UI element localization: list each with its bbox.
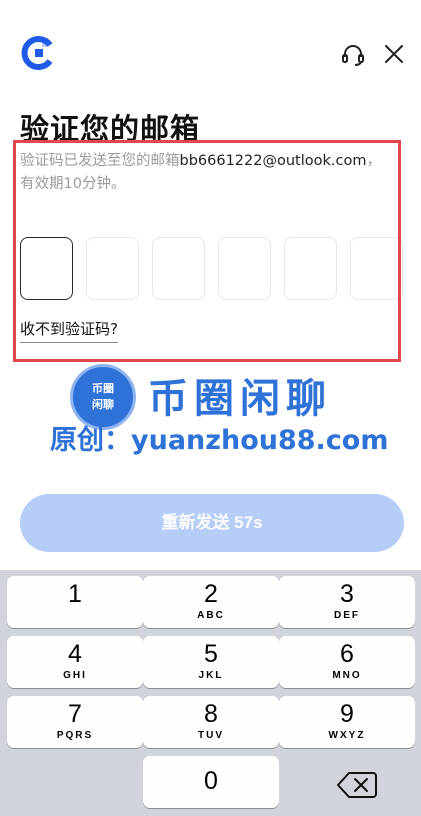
key-1[interactable]: 1 xyxy=(7,576,143,628)
numeric-keypad: 1 2 ABC 3 DEF 4 GHI 5 JKL 6 MNO 7 PQRS 8… xyxy=(0,570,421,816)
watermark-title: 币圈闲聊 xyxy=(148,375,332,422)
key-digit: 4 xyxy=(68,640,82,668)
key-9[interactable]: 9 WXYZ xyxy=(279,696,415,748)
key-6[interactable]: 6 MNO xyxy=(279,636,415,688)
headset-icon[interactable] xyxy=(340,42,366,68)
key-letters: WXYZ xyxy=(328,730,366,741)
key-digit: 9 xyxy=(340,700,354,728)
key-digit: 2 xyxy=(204,580,218,608)
key-2[interactable]: 2 ABC xyxy=(143,576,279,628)
backspace-icon[interactable] xyxy=(335,768,379,802)
key-digit: 7 xyxy=(68,700,82,728)
resend-button[interactable]: 重新发送 57s xyxy=(20,494,404,552)
key-7[interactable]: 7 PQRS xyxy=(7,696,143,748)
key-digit: 0 xyxy=(204,767,218,795)
key-digit: 3 xyxy=(340,580,354,608)
brand-c-icon xyxy=(21,36,53,70)
top-bar xyxy=(0,0,421,100)
key-3[interactable]: 3 DEF xyxy=(279,576,415,628)
key-4[interactable]: 4 GHI xyxy=(7,636,143,688)
highlight-frame xyxy=(13,140,401,362)
key-0[interactable]: 0 xyxy=(143,756,279,808)
watermark-badge-line1: 币圈 xyxy=(92,382,114,395)
key-letters: MNO xyxy=(332,670,362,681)
watermark-site: 原创：yuanzhou88.com xyxy=(50,425,389,456)
key-digit: 6 xyxy=(340,640,354,668)
key-letters: TUV xyxy=(198,730,224,741)
key-letters: GHI xyxy=(63,670,87,681)
key-digit: 1 xyxy=(68,580,82,608)
key-letters: PQRS xyxy=(56,730,94,741)
key-5[interactable]: 5 JKL xyxy=(143,636,279,688)
key-letters: JKL xyxy=(198,670,224,681)
key-letters: ABC xyxy=(197,610,225,621)
watermark-badge-line2: 闲聊 xyxy=(92,398,114,411)
key-letters: DEF xyxy=(334,610,360,621)
key-digit: 5 xyxy=(204,640,218,668)
key-8[interactable]: 8 TUV xyxy=(143,696,279,748)
close-icon[interactable] xyxy=(382,42,406,66)
key-digit: 8 xyxy=(204,700,218,728)
